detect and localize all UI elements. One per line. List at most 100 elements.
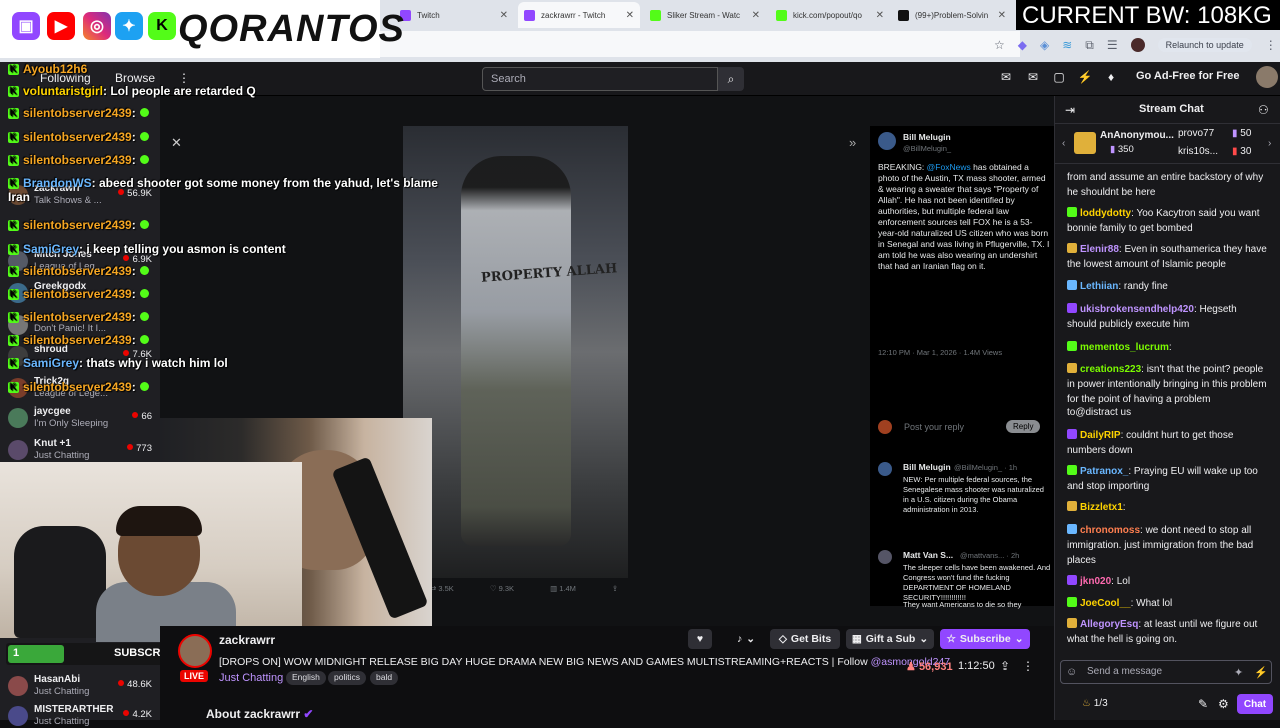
browser-menu-icon[interactable]: ⋮ — [1265, 38, 1277, 52]
puzzle-icon[interactable]: ⧉ — [1085, 38, 1094, 53]
chat-username[interactable]: jkn020 — [1080, 576, 1111, 587]
stream-category[interactable]: Just Chatting — [219, 672, 283, 684]
overlay-chat-line: Ksilentobserver2439: — [8, 106, 149, 120]
subscribe-button[interactable]: ☆ Subscribe ⌄ — [940, 629, 1030, 649]
cheer-icon[interactable]: ✎ — [1198, 697, 1208, 711]
more-options-icon[interactable]: ⋮ — [1022, 659, 1034, 673]
gift-sub-button[interactable]: ▦ Gift a Sub ⌄ — [846, 629, 934, 649]
emote-icon — [139, 220, 149, 229]
reply-button[interactable]: Reply — [1006, 420, 1041, 433]
tag-english[interactable]: English — [286, 671, 326, 685]
overlay-chat-line: Ksilentobserver2439: — [8, 333, 149, 347]
search-button[interactable]: ⌕ — [718, 67, 744, 91]
reading-list-icon[interactable]: ☰ — [1107, 38, 1118, 52]
emote-icon — [139, 382, 149, 391]
chevron-down-icon: ⌄ — [919, 633, 929, 645]
extension-icon[interactable]: ◆ — [1018, 38, 1027, 52]
user-avatar[interactable] — [1256, 66, 1278, 88]
tab-sliker[interactable]: Sliker Stream - Watc ✕ — [644, 4, 766, 26]
sidebar-channel[interactable]: HasanAbi Just Chatting 48.6K — [8, 674, 158, 698]
emote-icon — [139, 312, 149, 321]
chat-username[interactable]: Lethiian — [1080, 281, 1118, 292]
notifications-icon[interactable]: ♦ — [1103, 70, 1119, 86]
tag-politics[interactable]: politics — [328, 671, 366, 685]
tab-kick-popout[interactable]: kick.com/popout/qo ✕ — [770, 4, 890, 26]
search-input[interactable]: Search — [482, 67, 718, 91]
address-bar[interactable] — [380, 31, 1020, 57]
chat-users-icon[interactable]: ⚇ — [1258, 103, 1269, 117]
avatar — [878, 550, 892, 564]
follow-heart-button[interactable]: ♥ — [688, 629, 712, 649]
tag-bald[interactable]: bald — [370, 671, 399, 685]
kick-badge-icon: K — [8, 220, 19, 231]
youtube-icon: ▶ — [47, 12, 75, 40]
close-icon[interactable]: ✕ — [171, 135, 182, 151]
chat-username[interactable]: Bizzletx1 — [1080, 502, 1123, 513]
sidebar-channel[interactable]: jaycgee I'm Only Sleeping 66 — [8, 406, 158, 430]
chat-username[interactable]: DailyRIP — [1080, 430, 1121, 441]
bits-icon[interactable]: ⚡ — [1077, 70, 1093, 86]
chat-username[interactable]: mementos_lucrum — [1080, 342, 1169, 353]
close-tab-icon[interactable]: ✕ — [500, 10, 508, 21]
chat-username[interactable]: Elenir88 — [1080, 244, 1119, 255]
sidebar-channel[interactable]: MISTERARTHER Just Chatting 4.2K — [8, 704, 158, 728]
kick-badge-icon: K — [8, 155, 19, 166]
chat-badge-icon — [1067, 575, 1077, 585]
repost-count[interactable]: ⇄ 3.5K — [430, 584, 454, 598]
close-tab-icon[interactable]: ✕ — [998, 10, 1006, 21]
streamer-name[interactable]: zackrawrr — [219, 633, 275, 647]
settings-icon[interactable]: ⚙ — [1218, 697, 1229, 711]
chat-send-button[interactable]: Chat — [1237, 694, 1273, 714]
whispers-icon[interactable]: ▢ — [1051, 70, 1067, 86]
chevron-left-icon[interactable]: ‹ — [1062, 138, 1065, 149]
share-icon[interactable]: ⇪ — [1000, 659, 1010, 673]
post-handle: @BillMelugin_ — [903, 144, 952, 153]
chat-username[interactable]: AllegoryEsq — [1080, 619, 1138, 630]
streamer-avatar[interactable] — [178, 634, 212, 668]
profile-avatar[interactable] — [1130, 38, 1145, 52]
chat-username[interactable]: loddydotty — [1080, 208, 1131, 219]
bookmark-star-icon[interactable]: ☆ — [994, 38, 1005, 52]
get-bits-button[interactable]: ◇ Get Bits — [770, 629, 840, 649]
drops-icon[interactable]: ✉ — [998, 70, 1014, 86]
extension-icon[interactable]: ◈ — [1040, 38, 1049, 52]
magic-icon[interactable]: ✦ — [1234, 666, 1243, 679]
chat-username[interactable]: creations223 — [1080, 364, 1141, 375]
relaunch-button[interactable]: Relaunch to update — [1157, 38, 1252, 52]
bits-icon[interactable]: ⚡ — [1254, 666, 1268, 679]
browse-link[interactable]: Browse — [115, 71, 155, 85]
chat-username[interactable]: chronomoss — [1080, 525, 1140, 536]
chat-text: : — [1122, 502, 1126, 513]
reply-input[interactable]: Post your reply — [904, 422, 964, 432]
more-menu-icon[interactable]: ⋮ — [178, 71, 190, 85]
tab-problem-solving[interactable]: (99+)Problem-Solvin ✕ — [892, 4, 1012, 26]
chat-username[interactable]: JoeCool__ — [1080, 598, 1131, 609]
tab-twitch[interactable]: Twitch ✕ — [394, 4, 514, 26]
ad-free-link[interactable]: Go Ad-Free for Free — [1136, 70, 1240, 82]
channel-points[interactable]: ♨ 1/3 — [1082, 698, 1108, 709]
tab-zackrawrr[interactable]: zackrawrr - Twitch ✕ — [518, 2, 640, 28]
sidebar-channel[interactable]: Knut +1 Just Chatting 773 — [8, 438, 158, 462]
chat-title: Stream Chat — [1139, 103, 1204, 115]
chevron-right-icon[interactable]: › — [1268, 138, 1271, 149]
inbox-icon[interactable]: ✉ — [1025, 70, 1041, 86]
instagram-icon: ◎ — [83, 12, 111, 40]
chat-username[interactable]: Patranox_ — [1080, 466, 1128, 477]
share-icon[interactable]: ⇪ — [612, 584, 618, 598]
like-count[interactable]: ♡ 9.3K — [490, 584, 514, 598]
emote-picker-icon[interactable]: ☺ — [1066, 666, 1077, 678]
extension-icon[interactable]: ≋ — [1062, 38, 1072, 52]
chat-text: : Lol — [1111, 576, 1131, 587]
collapse-chat-icon[interactable]: ⇥ — [1065, 103, 1075, 117]
chat-badge-icon — [1067, 207, 1077, 217]
overlay-chat-text: : — [131, 380, 136, 394]
chat-username[interactable]: ukisbrokensendhelp420 — [1080, 304, 1194, 315]
stream-uptime: 1:12:50 — [958, 660, 995, 672]
close-tab-icon[interactable]: ✕ — [752, 10, 760, 21]
notifications-button[interactable]: ♪ ⌄ — [728, 629, 764, 649]
overlay-chat-username: BrandonWS — [23, 176, 92, 190]
chevron-right-icon[interactable]: » — [849, 135, 856, 150]
close-tab-icon[interactable]: ✕ — [876, 10, 884, 21]
close-tab-icon[interactable]: ✕ — [626, 10, 634, 21]
reply-body-more: They want Americans to die so they — [903, 600, 1022, 609]
